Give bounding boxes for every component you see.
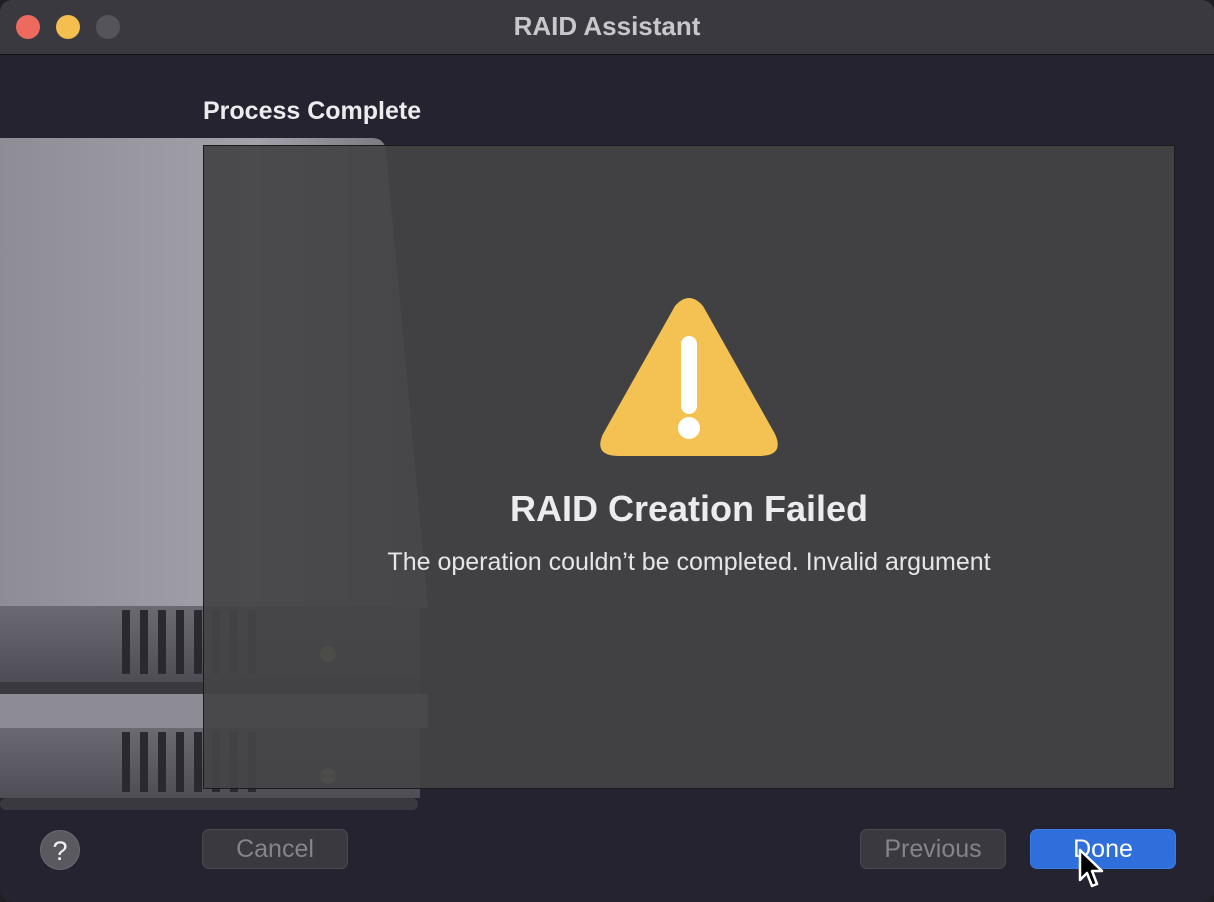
mouse-pointer-icon xyxy=(1078,848,1104,888)
warning-icon xyxy=(600,298,778,456)
error-title: RAID Creation Failed xyxy=(509,488,869,529)
cancel-button[interactable]: Cancel xyxy=(202,829,348,869)
previous-button[interactable]: Previous xyxy=(860,829,1006,869)
step-heading: Process Complete xyxy=(203,97,422,125)
window-title: RAID Assistant xyxy=(513,11,701,41)
title-bar: RAID Assistant xyxy=(0,0,1214,55)
result-panel xyxy=(203,145,1175,789)
help-button[interactable]: ? xyxy=(40,830,80,870)
error-message: The operation couldn’t be completed. Inv… xyxy=(387,548,991,576)
raid-assistant-window: RAID Assistant Process Complete RAID Cre… xyxy=(0,0,1214,902)
